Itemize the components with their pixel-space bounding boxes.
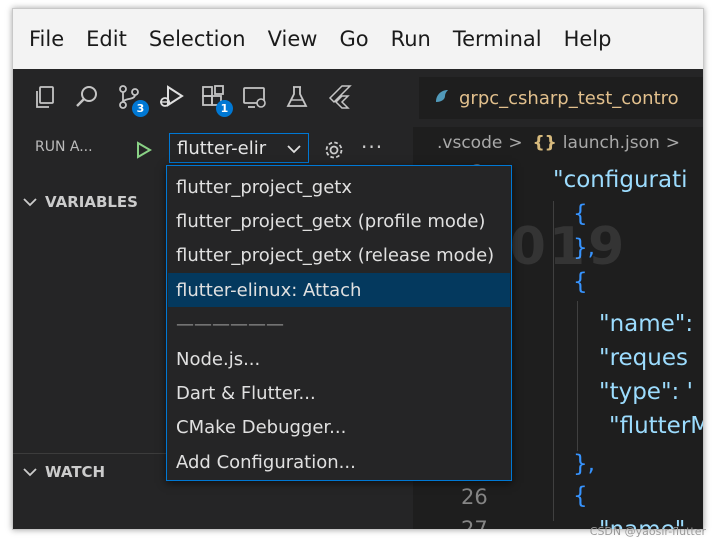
extensions-icon[interactable]: 1 xyxy=(197,81,233,117)
testing-icon[interactable] xyxy=(281,81,313,113)
ts-file-icon xyxy=(433,87,451,109)
chevron-down-icon xyxy=(23,468,37,477)
variables-label: VARIABLES xyxy=(45,193,138,211)
editor-tab[interactable]: grpc_csharp_test_contro xyxy=(419,77,703,119)
launch-config-select[interactable]: flutter-elir xyxy=(169,133,309,163)
line-number: 26 xyxy=(461,485,488,509)
config-option[interactable]: flutter_project_getx (profile mode) xyxy=(168,204,510,238)
watch-label: WATCH xyxy=(45,463,106,481)
chevron-down-icon xyxy=(23,198,37,207)
config-option[interactable]: flutter_project_getx (release mode) xyxy=(168,238,510,272)
menubar: File Edit Selection View Go Run Terminal… xyxy=(13,9,703,69)
source-control-badge: 3 xyxy=(132,100,149,117)
indent-guide xyxy=(577,301,578,451)
menu-file[interactable]: File xyxy=(27,23,66,55)
code-line: "reques xyxy=(599,345,688,371)
add-configuration-option[interactable]: Add Configuration... xyxy=(168,445,510,479)
menu-view[interactable]: View xyxy=(266,23,320,55)
code-line: "configurati xyxy=(553,167,688,193)
menu-help[interactable]: Help xyxy=(562,23,614,55)
launch-config-dropdown: flutter_project_getx flutter_project_get… xyxy=(166,165,512,481)
config-option[interactable]: Node.js... xyxy=(168,342,510,376)
extensions-badge: 1 xyxy=(216,100,233,117)
gear-icon[interactable] xyxy=(321,137,347,163)
code-line: "flutterM xyxy=(609,413,703,439)
menu-selection[interactable]: Selection xyxy=(147,23,248,55)
activity-bar: 3 1 xyxy=(13,69,413,128)
watch-section-header[interactable]: WATCH xyxy=(23,463,105,481)
launch-config-value: flutter-elir xyxy=(177,137,267,159)
remote-explorer-icon[interactable] xyxy=(239,81,271,113)
start-debugging-icon[interactable] xyxy=(130,137,156,163)
config-option-selected[interactable]: flutter-elinux: Attach xyxy=(168,273,510,307)
code-line: "name": xyxy=(599,311,694,337)
flutter-icon[interactable] xyxy=(323,81,355,113)
search-icon[interactable] xyxy=(71,81,103,113)
chevron-down-icon xyxy=(287,145,301,154)
editor-tab-bar: grpc_csharp_test_contro xyxy=(413,69,703,127)
config-option[interactable]: Dart & Flutter... xyxy=(168,376,510,410)
line-number: 27 xyxy=(461,517,488,529)
credit-text: CSDN @yaosir-flutter xyxy=(589,525,706,538)
more-actions-icon[interactable]: ··· xyxy=(361,135,383,159)
config-option[interactable]: CMake Debugger... xyxy=(168,410,510,444)
run-debug-icon[interactable] xyxy=(155,81,187,113)
code-line: }, xyxy=(573,451,595,477)
menu-go[interactable]: Go xyxy=(337,23,370,55)
menu-terminal[interactable]: Terminal xyxy=(451,23,544,55)
explorer-icon[interactable] xyxy=(29,81,61,113)
code-line: "type": ' xyxy=(599,379,693,405)
tab-filename: grpc_csharp_test_contro xyxy=(459,87,679,109)
run-panel-title: RUN A... xyxy=(35,139,93,155)
menu-edit[interactable]: Edit xyxy=(84,23,129,55)
menu-run[interactable]: Run xyxy=(389,23,433,55)
source-control-icon[interactable]: 3 xyxy=(113,81,149,117)
variables-section-header[interactable]: VARIABLES xyxy=(23,193,138,211)
config-option[interactable]: flutter_project_getx xyxy=(168,170,510,204)
config-separator: —————— xyxy=(176,313,284,335)
code-line: { xyxy=(573,483,588,509)
